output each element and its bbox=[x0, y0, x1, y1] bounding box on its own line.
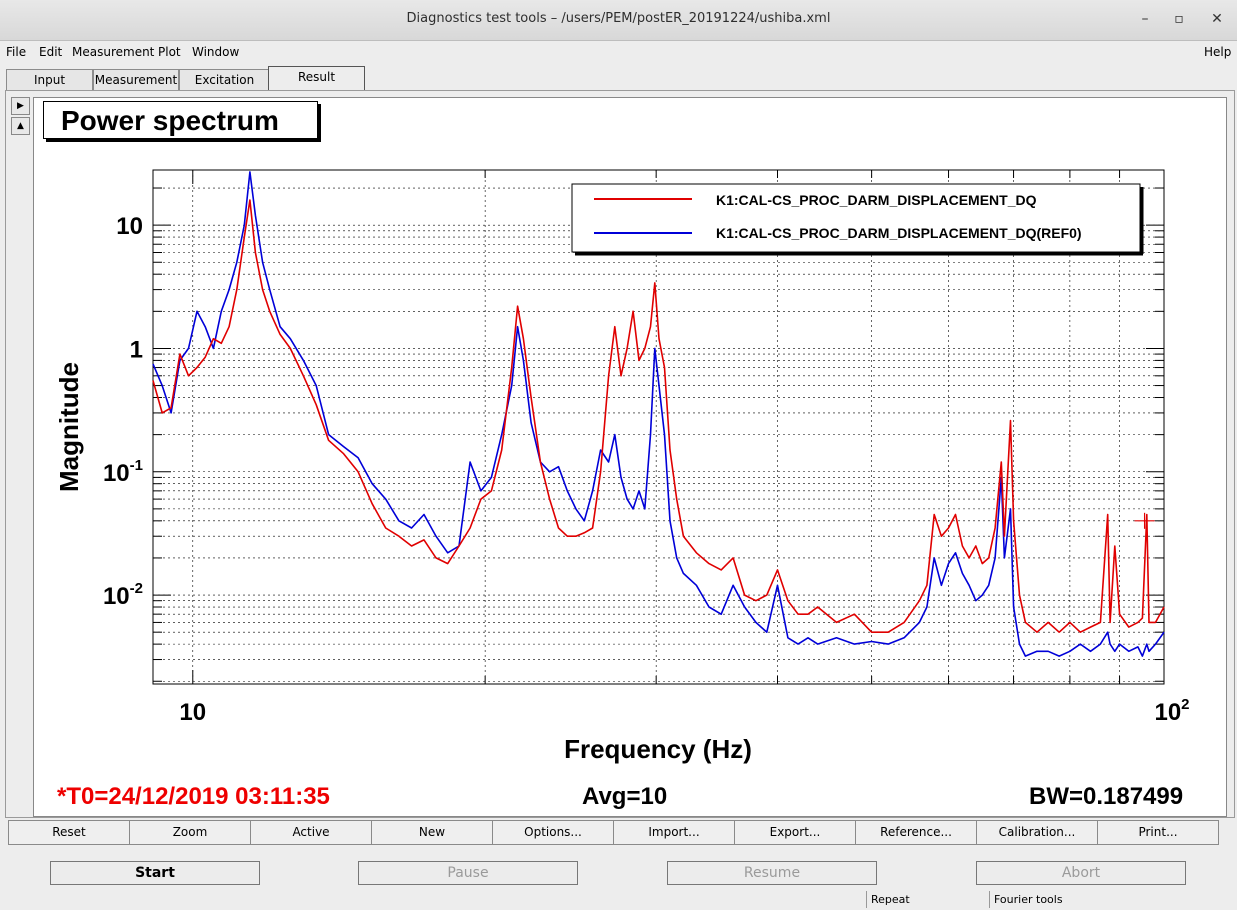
pause-button[interactable]: Pause bbox=[358, 861, 578, 885]
y-tick-label: 10-2 bbox=[103, 580, 143, 610]
legend-label-blue: K1:CAL-CS_PROC_DARM_DISPLACEMENT_DQ(REF0… bbox=[716, 225, 1082, 241]
y-tick-label: 10-1 bbox=[103, 457, 143, 487]
t0-timestamp: *T0=24/12/2019 03:11:35 bbox=[57, 783, 330, 810]
y-tick-label: 10 bbox=[116, 213, 143, 240]
options-button[interactable]: Options... bbox=[492, 820, 614, 845]
status-fourier-tools: Fourier tools bbox=[989, 891, 1134, 908]
y-axis-label: Magnitude bbox=[54, 362, 84, 492]
avg-count: Avg=10 bbox=[582, 783, 668, 810]
print-button[interactable]: Print... bbox=[1097, 820, 1219, 845]
y-tick-label: 1 bbox=[130, 336, 143, 363]
new-button[interactable]: New bbox=[371, 820, 493, 845]
reset-button[interactable]: Reset bbox=[8, 820, 130, 845]
chart-legend: K1:CAL-CS_PROC_DARM_DISPLACEMENT_DQ K1:C… bbox=[571, 183, 1144, 256]
abort-button[interactable]: Abort bbox=[976, 861, 1186, 885]
x-tick-label: 10 bbox=[179, 699, 206, 726]
bandwidth-value: BW=0.187499 bbox=[1029, 783, 1184, 810]
plot-command-bar: Reset Zoom Active New Options... Import.… bbox=[8, 820, 1220, 845]
export-button[interactable]: Export... bbox=[734, 820, 856, 845]
calibration-button[interactable]: Calibration... bbox=[976, 820, 1098, 845]
x-axis-label: Frequency (Hz) bbox=[564, 734, 752, 764]
power-spectrum-chart[interactable]: 10 102 10-2 10-1 1 10 K1:CAL-CS_PROC_DARM_DIS… bbox=[0, 0, 1237, 910]
resume-button[interactable]: Resume bbox=[667, 861, 877, 885]
active-button[interactable]: Active bbox=[250, 820, 372, 845]
x-tick-label: 102 bbox=[1154, 696, 1189, 726]
status-repeat: Repeat bbox=[866, 891, 989, 908]
legend-label-red: K1:CAL-CS_PROC_DARM_DISPLACEMENT_DQ bbox=[716, 192, 1037, 208]
start-button[interactable]: Start bbox=[50, 861, 260, 885]
import-button[interactable]: Import... bbox=[613, 820, 735, 845]
zoom-button[interactable]: Zoom bbox=[129, 820, 251, 845]
reference-button[interactable]: Reference... bbox=[855, 820, 977, 845]
